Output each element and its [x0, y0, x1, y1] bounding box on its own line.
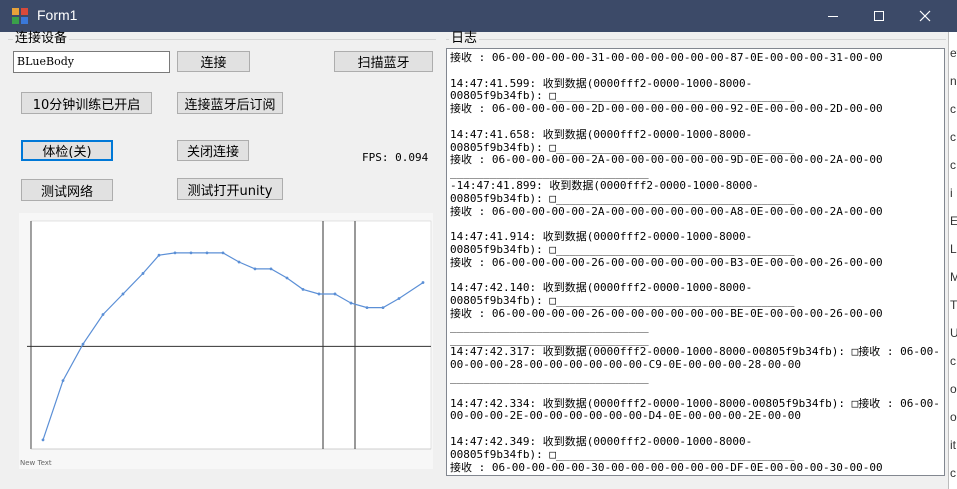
data-point	[205, 251, 209, 255]
data-point	[381, 306, 385, 310]
log-line: 00805f9b34fb): □________________________…	[450, 243, 795, 256]
log-line: 14:47:41.658: 收到数据(0000fff2-0000-1000-80…	[450, 128, 753, 141]
log-line: ______________________________	[450, 167, 649, 180]
log-line: -14:47:41.899: 收到数据(0000fff2-0000-1000-8…	[450, 179, 759, 192]
data-point	[237, 260, 241, 264]
log-line: 00805f9b34fb): □________________________…	[450, 448, 795, 461]
log-line: 14:47:42.334: 收到数据(0000fff2-0000-1000-80…	[450, 397, 940, 410]
log-line: 接收 : 06-00-00-00-00-26-00-00-00-00-00-00…	[450, 307, 883, 320]
device-name-input[interactable]: BLueBody	[13, 51, 170, 73]
data-point	[285, 276, 289, 280]
log-line: 00-00-00-28-00-00-00-00-00-00-C9-0E-00-0…	[450, 359, 801, 372]
log-line: 14:47:42.317: 收到数据(0000fff2-0000-1000-80…	[450, 346, 940, 359]
device-group-label: 连接设备	[13, 31, 70, 46]
data-point	[397, 297, 401, 300]
log-line: ______________________________	[450, 333, 649, 346]
log-group-border	[446, 39, 946, 40]
data-point	[41, 438, 45, 442]
health-check-button[interactable]: 体检(关)	[21, 140, 113, 161]
log-line: 接收 : 06-00-00-00-00-2A-00-00-00-00-00-00…	[450, 205, 883, 218]
data-point	[141, 272, 145, 275]
fps-readout: FPS: 0.094	[362, 151, 429, 164]
data-point	[221, 251, 225, 255]
log-line: 00805f9b34fb): □________________________…	[450, 141, 795, 154]
log-line: ______________________________	[450, 320, 649, 333]
data-point	[317, 292, 321, 296]
log-line: 14:47:42.349: 收到数据(0000fff2-0000-1000-80…	[450, 435, 753, 448]
data-point	[333, 292, 337, 296]
log-line: ______________________________	[450, 371, 649, 384]
log-line: 14:47:42.140: 收到数据(0000fff2-0000-1000-80…	[450, 282, 753, 295]
data-point	[301, 288, 305, 291]
plot-area	[30, 220, 432, 450]
log-line: 00805f9b34fb): □________________________…	[450, 295, 795, 308]
test-network-button[interactable]: 测试网络	[21, 179, 113, 201]
close-button[interactable]	[902, 0, 948, 32]
log-line: 14:47:41.599: 收到数据(0000fff2-0000-1000-80…	[450, 77, 753, 90]
data-point	[349, 301, 353, 305]
line-chart: New Text	[19, 213, 433, 469]
data-point	[189, 251, 193, 255]
connect-button[interactable]: 连接	[177, 51, 250, 72]
data-point	[81, 342, 85, 346]
subscribe-after-connect-button[interactable]: 连接蓝牙后订阅	[177, 92, 283, 114]
log-line: 00805f9b34fb): □________________________…	[450, 192, 795, 205]
app-icon	[12, 8, 28, 24]
log-line: ______________________________	[450, 474, 940, 475]
window-title: Form1	[37, 7, 78, 23]
data-point	[421, 281, 425, 284]
background-window-strip: etncc ciEL MTUc ooitc	[948, 32, 957, 489]
data-point	[101, 313, 105, 316]
device-group-border	[8, 39, 436, 40]
data-point	[253, 267, 257, 271]
data-point	[157, 253, 161, 257]
training-button[interactable]: 10分钟训练已开启	[21, 92, 152, 114]
chart-footer-text: New Text	[20, 459, 52, 467]
data-point	[61, 379, 65, 382]
chart-panel: New Text	[19, 213, 433, 469]
log-line: 接收 : 06-00-00-00-00-26-00-00-00-00-00-00…	[450, 256, 883, 269]
data-point	[121, 292, 125, 296]
log-line: 接收 : 06-00-00-00-00-31-00-00-00-00-00-00…	[450, 52, 883, 64]
log-line: 00805f9b34fb): □________________________…	[450, 90, 795, 103]
log-group-label: 日志	[449, 31, 480, 46]
main-form: 连接设备 BLueBody 连接 扫描蓝牙 10分钟训练已开启 连接蓝牙后订阅 …	[0, 32, 948, 489]
data-point	[173, 251, 177, 255]
log-line: 接收 : 06-00-00-00-00-2D-00-00-00-00-00-00…	[450, 103, 883, 116]
log-textbox[interactable]: 接收 : 06-00-00-00-00-31-00-00-00-00-00-00…	[446, 48, 945, 476]
minimize-icon	[828, 16, 838, 17]
log-line: 00-00-00-2E-00-00-00-00-00-00-D4-0E-00-0…	[450, 410, 801, 423]
log-line: 接收 : 06-00-00-00-00-2A-00-00-00-00-00-00…	[450, 154, 883, 167]
test-open-unity-button[interactable]: 测试打开unity	[177, 178, 283, 200]
log-content: 接收 : 06-00-00-00-00-31-00-00-00-00-00-00…	[450, 52, 940, 475]
data-point	[365, 306, 369, 310]
scan-bluetooth-button[interactable]: 扫描蓝牙	[334, 51, 433, 72]
title-bar[interactable]: Form1	[0, 0, 957, 32]
close-icon	[919, 10, 931, 22]
minimize-button[interactable]	[810, 0, 856, 32]
log-line: 14:47:41.914: 收到数据(0000fff2-0000-1000-80…	[450, 231, 753, 244]
data-point	[269, 267, 273, 271]
maximize-icon	[874, 11, 884, 21]
log-line: 接收 : 06-00-00-00-00-30-00-00-00-00-00-00…	[450, 461, 883, 474]
maximize-button[interactable]	[856, 0, 902, 32]
close-connection-button[interactable]: 关闭连接	[177, 140, 249, 161]
